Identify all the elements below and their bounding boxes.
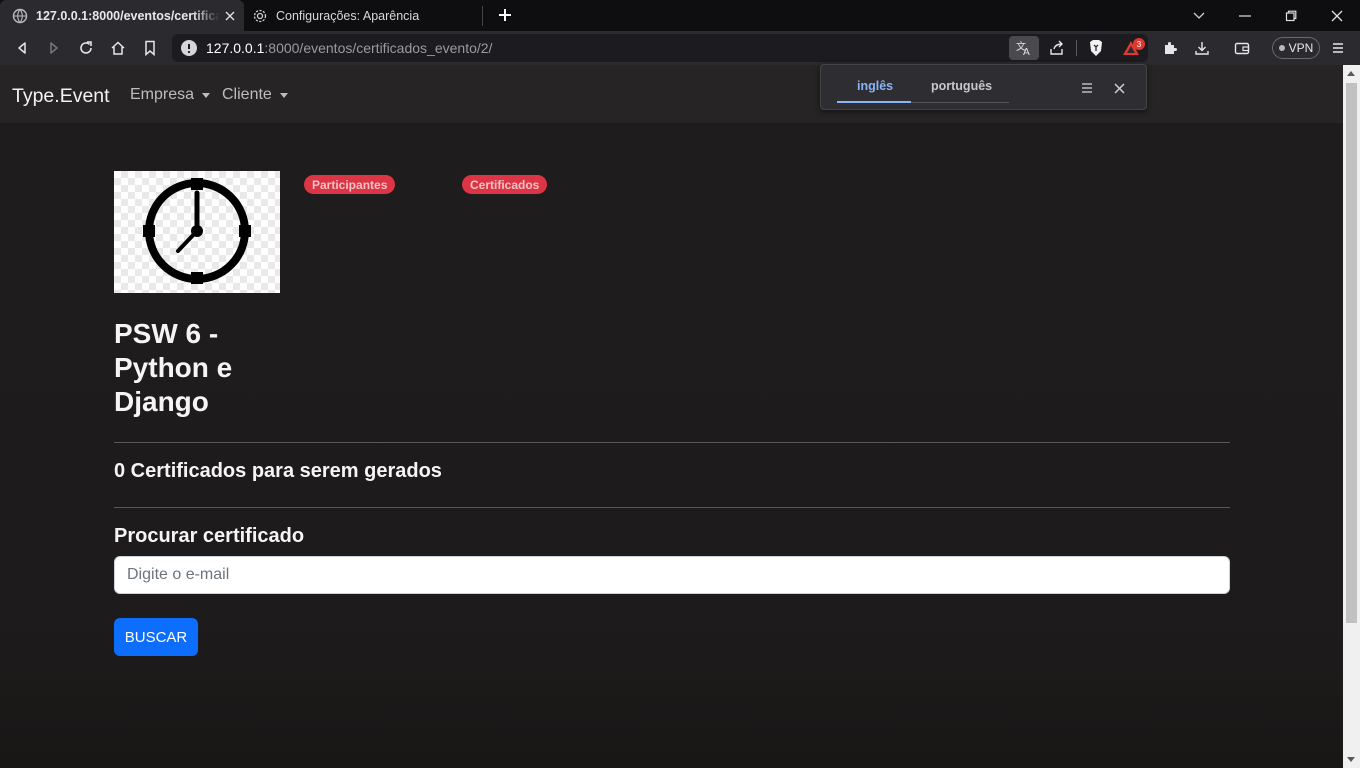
- language-tab-track: [911, 102, 1009, 103]
- home-icon[interactable]: [106, 36, 130, 60]
- clock-icon: [143, 178, 251, 284]
- brave-shields-icon[interactable]: [1081, 36, 1111, 60]
- participantes-tag[interactable]: Participantes: [304, 175, 396, 194]
- divider: [114, 507, 1230, 508]
- tab-divider: [482, 6, 483, 26]
- extensions-icon[interactable]: [1158, 36, 1182, 60]
- vpn-label: VPN: [1288, 41, 1314, 55]
- svg-text:A: A: [1023, 47, 1030, 56]
- brand-link[interactable]: Type.Event: [12, 85, 110, 108]
- browser-toolbar: 127.0.0.1:8000/eventos/certificados_even…: [0, 31, 1360, 65]
- vpn-status-dot: [1278, 45, 1285, 51]
- close-translate-icon[interactable]: [1109, 78, 1129, 98]
- vpn-button[interactable]: VPN: [1272, 37, 1320, 59]
- page-viewport: Type.Event Empresa Cliente Participantes…: [0, 65, 1343, 768]
- search-button[interactable]: BUSCAR: [114, 618, 198, 656]
- reload-icon[interactable]: [74, 36, 98, 60]
- active-language-indicator: [837, 101, 911, 103]
- site-info-icon[interactable]: [180, 39, 198, 57]
- event-title: PSW 6 - Python e Django: [114, 318, 233, 417]
- certificados-tag[interactable]: Certificados: [462, 175, 548, 194]
- nav-dropdown-cliente[interactable]: Cliente: [222, 86, 288, 104]
- nav-label: Empresa: [130, 86, 195, 103]
- address-bar[interactable]: 127.0.0.1:8000/eventos/certificados_even…: [172, 34, 1148, 62]
- wallet-icon[interactable]: [1230, 36, 1254, 60]
- divider: [114, 442, 1230, 443]
- close-window-button[interactable]: [1314, 0, 1360, 31]
- menu-icon[interactable]: [1326, 36, 1350, 60]
- forward-button[interactable]: [42, 36, 66, 60]
- translate-popup: inglês português: [820, 64, 1147, 110]
- tab-strip: 127.0.0.1:8000/eventos/certificados_even…: [0, 0, 1360, 31]
- caret-down-icon: [202, 92, 211, 98]
- email-search-input[interactable]: [114, 556, 1230, 594]
- share-icon[interactable]: [1042, 36, 1072, 60]
- minimize-window-button[interactable]: [1222, 0, 1268, 31]
- tab-search-chevron-icon[interactable]: [1176, 0, 1222, 31]
- nav-dropdown-empresa[interactable]: Empresa: [130, 86, 211, 104]
- language-option-source[interactable]: inglês: [857, 79, 893, 93]
- back-button[interactable]: [10, 36, 34, 60]
- tab-configuracoes[interactable]: Configurações: Aparência: [244, 0, 482, 31]
- downloads-icon[interactable]: [1190, 36, 1214, 60]
- restore-window-button[interactable]: [1268, 0, 1314, 31]
- new-tab-button[interactable]: [494, 4, 516, 26]
- url-host: 127.0.0.1: [206, 40, 265, 56]
- url-text[interactable]: 127.0.0.1:8000/eventos/certificados_even…: [206, 40, 492, 56]
- scroll-up-icon[interactable]: [1347, 71, 1355, 76]
- bookmark-icon[interactable]: [138, 36, 162, 60]
- language-option-target[interactable]: português: [931, 79, 992, 93]
- translate-icon[interactable]: 文A: [1009, 36, 1039, 60]
- rewards-badge: 3: [1133, 38, 1145, 50]
- tab-certificados[interactable]: 127.0.0.1:8000/eventos/certificados_even…: [0, 0, 244, 31]
- search-certificate-heading: Procurar certificado: [114, 525, 305, 547]
- omnibox-divider: [1076, 40, 1077, 56]
- translate-options-icon[interactable]: [1077, 78, 1097, 98]
- page-scrollbar[interactable]: [1343, 65, 1360, 768]
- tab-title: Configurações: Aparência: [276, 8, 420, 23]
- nav-label: Cliente: [222, 86, 272, 103]
- caret-down-icon: [279, 92, 288, 98]
- event-logo: [114, 171, 280, 293]
- scroll-down-icon[interactable]: [1347, 757, 1355, 762]
- certificates-count-heading: 0 Certificados para serem gerados: [114, 460, 442, 482]
- scroll-thumb[interactable]: [1346, 83, 1357, 623]
- tab-title: 127.0.0.1:8000/eventos/certificados_even…: [36, 8, 220, 23]
- url-path: :8000/eventos/certificados_evento/2/: [264, 40, 493, 56]
- close-tab-icon[interactable]: [220, 6, 240, 26]
- gear-icon: [252, 8, 268, 24]
- globe-icon: [12, 8, 28, 24]
